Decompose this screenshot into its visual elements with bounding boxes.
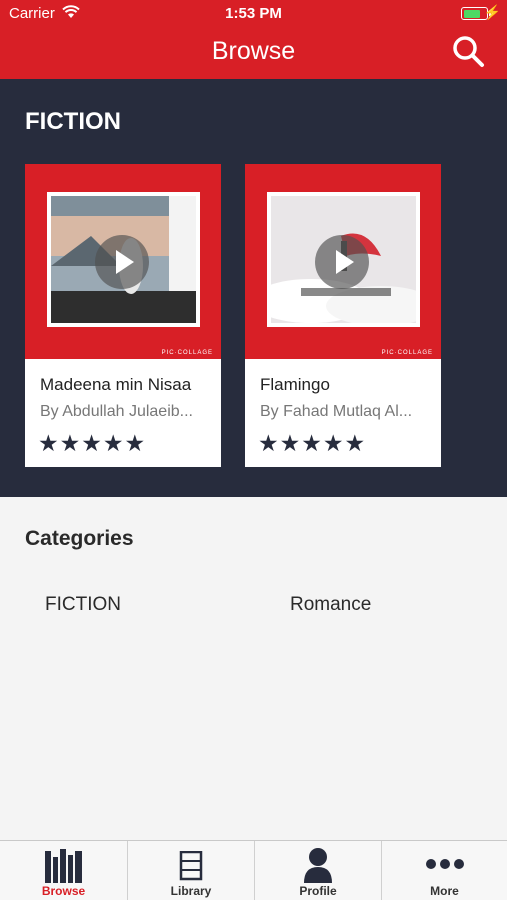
top-bar: Carrier 1:53 PM ⚡ Browse	[0, 0, 507, 79]
tab-label: Library	[170, 884, 212, 898]
section-title: FICTION	[25, 108, 121, 135]
more-icon	[425, 847, 465, 882]
book-title: Madeena min Nisaa	[40, 375, 192, 394]
category-item-fiction[interactable]: FICTION	[45, 594, 121, 616]
status-time: 1:53 PM	[225, 5, 282, 22]
profile-icon	[303, 847, 333, 888]
page-title: Browse	[211, 37, 296, 65]
tab-browse[interactable]: Browse	[0, 841, 127, 900]
book-cover[interactable]: PIC·COLLAGE	[25, 164, 221, 359]
tab-label: Profile	[299, 884, 337, 898]
book-cover[interactable]: PIC·COLLAGE	[245, 164, 441, 359]
book-card[interactable]: PIC·COLLAGE Flamingo By Fahad Mutlaq Al.…	[245, 164, 441, 467]
cover-tag: PIC·COLLAGE	[161, 350, 213, 356]
battery-fill	[463, 9, 481, 18]
status-bar: Carrier 1:53 PM ⚡	[0, 0, 507, 28]
fiction-section: FICTION PIC·COLLAGE Madeena min Nisaa By…	[0, 79, 507, 497]
tab-library[interactable]: Library	[127, 841, 254, 900]
book-title: Flamingo	[260, 375, 330, 394]
rating-stars: ★★★★★	[38, 430, 147, 456]
play-button[interactable]	[315, 235, 369, 289]
book-author: By Fahad Mutlaq Al...	[260, 403, 413, 420]
books-icon	[44, 847, 84, 888]
categories-heading: Categories	[25, 527, 134, 550]
rating-stars: ★★★★★	[258, 430, 367, 456]
play-button[interactable]	[95, 235, 149, 289]
search-button[interactable]	[451, 34, 485, 68]
tab-bar: Browse Library Profile More	[0, 840, 507, 900]
cover-tag: PIC·COLLAGE	[381, 350, 433, 356]
charging-bolt-icon: ⚡	[483, 4, 501, 20]
library-icon	[179, 847, 203, 886]
tab-label: Browse	[41, 884, 86, 898]
tab-label: More	[430, 884, 459, 898]
book-card[interactable]: PIC·COLLAGE Madeena min Nisaa By Abdulla…	[25, 164, 221, 467]
tab-more[interactable]: More	[381, 841, 507, 900]
search-icon	[453, 36, 484, 67]
book-author: By Abdullah Julaeib...	[40, 403, 193, 420]
category-item-romance[interactable]: Romance	[290, 594, 371, 616]
tab-profile[interactable]: Profile	[254, 841, 381, 900]
